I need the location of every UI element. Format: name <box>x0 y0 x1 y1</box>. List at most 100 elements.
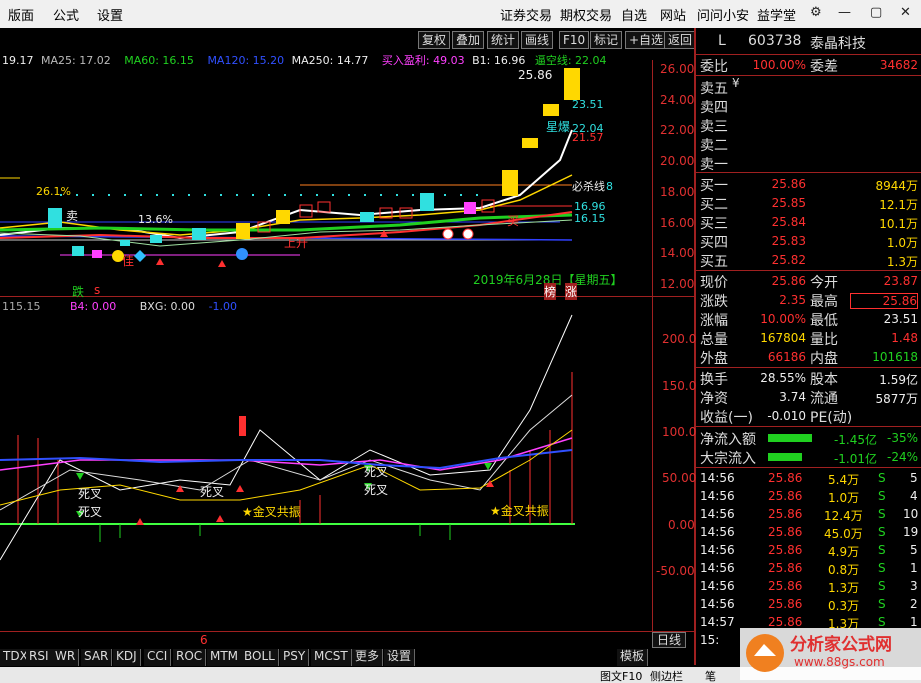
tick-volume: 12.4万 <box>824 509 863 523</box>
coin-icon <box>236 248 248 260</box>
tick-row: 14:56 25.86 0.3万 S 2 <box>700 597 918 613</box>
buy4-price: 25.83 <box>771 234 806 248</box>
tick-time: 14:56 <box>700 471 735 485</box>
tick-time: 14:56 <box>700 507 735 521</box>
buy1-vol: 8944万 <box>875 179 918 193</box>
toolbar-mark[interactable]: 标记 <box>590 31 623 49</box>
level-1615: 16.15 <box>574 212 606 225</box>
status-f10[interactable]: 图文F10 <box>600 668 642 683</box>
tick-count: 2 <box>910 597 918 611</box>
tab-kdj[interactable]: KDJ <box>113 649 141 666</box>
weibi-label: 委比 <box>700 59 728 75</box>
jia-label: 佳 <box>122 254 135 268</box>
tab-mtm[interactable]: MTM <box>207 649 243 666</box>
flow-value: -1.01亿 <box>833 452 877 466</box>
quote-value: 101618 <box>872 350 918 364</box>
close-icon[interactable]: ✕ <box>900 5 911 20</box>
tab-wr[interactable]: WR <box>52 649 80 666</box>
tab-roc[interactable]: ROC <box>173 649 207 666</box>
stock-tag: L <box>718 33 726 49</box>
tick-volume: 4.9万 <box>828 545 860 559</box>
status-sidebar[interactable]: 侧边栏 <box>650 668 683 683</box>
weicha-value: 34682 <box>879 58 918 72</box>
yaxis-label: 24.00 <box>660 93 695 107</box>
watermark-url: www.88gs.com <box>794 655 885 669</box>
nav-watchlist[interactable]: 自选 <box>621 5 647 24</box>
quote-label: 涨幅 <box>700 313 728 329</box>
bisha-label: 必杀线 <box>572 180 605 193</box>
flow-bar <box>768 434 812 442</box>
finance-label: 换手 <box>700 372 728 388</box>
toolbar-f10[interactable]: F10 <box>559 31 590 49</box>
sub-indicator-chart[interactable] <box>0 310 652 630</box>
tick-row: 14:56 25.86 12.4万 S 10 <box>700 507 918 523</box>
status-pen[interactable]: 笔 <box>705 668 716 683</box>
tab-more[interactable]: 更多 <box>352 649 384 666</box>
nav-website[interactable]: 网站 <box>660 5 686 24</box>
sub-yaxis-label: 50.00 <box>662 471 697 485</box>
sub-yaxis-label: -50.00 <box>656 564 695 578</box>
tab-cci[interactable]: CCI <box>144 649 172 666</box>
watermark-site: 分析家公式网 <box>790 635 892 655</box>
tick-time: 14:56 <box>700 579 735 593</box>
toolbar-restore-rights[interactable]: 复权 <box>418 31 451 49</box>
pct-label-1: 26.1% <box>36 185 71 198</box>
minimize-icon[interactable]: — <box>838 5 851 20</box>
tick-side: S <box>878 489 886 503</box>
buy-signal: 买 <box>507 214 520 228</box>
quote-value: 25.86 <box>850 293 918 309</box>
tab-mcst[interactable]: MCST <box>311 649 352 666</box>
tick-volume: 5.4万 <box>828 473 860 487</box>
candle <box>420 193 434 211</box>
flow-pct: -35% <box>886 431 918 445</box>
yaxis-label: 26.00 <box>660 62 695 76</box>
toolbar-add-watch[interactable]: +自选 <box>625 31 668 49</box>
tick-count: 10 <box>903 507 919 521</box>
tick-volume: 1.3万 <box>828 581 860 595</box>
sell4-label: 卖四 <box>700 100 728 116</box>
tab-boll[interactable]: BOLL <box>241 649 279 666</box>
toolbar-stats[interactable]: 统计 <box>487 31 520 49</box>
sub-yaxis-label: 200.0 <box>662 332 697 346</box>
sell1-label: 卖一 <box>700 157 728 173</box>
kline-chart[interactable] <box>0 60 652 296</box>
menu-layout[interactable]: 版面 <box>8 5 34 24</box>
period-daily[interactable]: 日线 <box>652 632 687 648</box>
candle <box>192 228 206 240</box>
tick-price: 25.86 <box>768 507 803 521</box>
tick-side: S <box>878 579 886 593</box>
quote-value: 23.51 <box>883 312 918 326</box>
buy4-label: 买四 <box>700 235 728 251</box>
nav-options[interactable]: 期权交易 <box>560 5 612 24</box>
tab-rsi[interactable]: RSI <box>26 649 53 666</box>
tick-price: 25.86 <box>768 471 803 485</box>
tick-row: 14:56 25.86 4.9万 S 5 <box>700 543 918 559</box>
candle <box>276 210 290 224</box>
menu-settings[interactable]: 设置 <box>97 5 123 24</box>
nav-school[interactable]: 益学堂 <box>757 5 796 24</box>
tab-sar[interactable]: SAR <box>81 649 113 666</box>
tick-side: S <box>878 507 886 521</box>
tab-psy[interactable]: PSY <box>280 649 310 666</box>
toolbar-draw[interactable]: 画线 <box>521 31 554 49</box>
tick-count: 3 <box>910 579 918 593</box>
toolbar-overlay[interactable]: 叠加 <box>452 31 485 49</box>
nav-trading[interactable]: 证券交易 <box>500 5 552 24</box>
watermark: 分析家公式网 www.88gs.com <box>740 628 921 680</box>
buy5-price: 25.82 <box>771 253 806 267</box>
golden-cross-label: ★金叉共振 <box>242 505 301 519</box>
nav-ask[interactable]: 问问小安 <box>697 5 749 24</box>
maximize-icon[interactable]: ▢ <box>870 5 882 20</box>
gear-icon[interactable]: ⚙ <box>810 5 822 20</box>
tick-volume: 0.3万 <box>828 599 860 613</box>
buy2-vol: 12.1万 <box>879 198 918 212</box>
template-button[interactable]: 模板 <box>617 649 649 666</box>
tab-settings[interactable]: 设置 <box>384 649 416 666</box>
toolbar-back[interactable]: 返回 <box>664 31 697 49</box>
flow-bar <box>768 453 802 461</box>
sub-bottom-divider <box>0 631 694 632</box>
menu-formula[interactable]: 公式 <box>53 5 79 24</box>
pct-label-2: 13.6% <box>138 213 173 226</box>
coin-icon <box>442 228 454 240</box>
flow-pct: -24% <box>886 450 918 464</box>
